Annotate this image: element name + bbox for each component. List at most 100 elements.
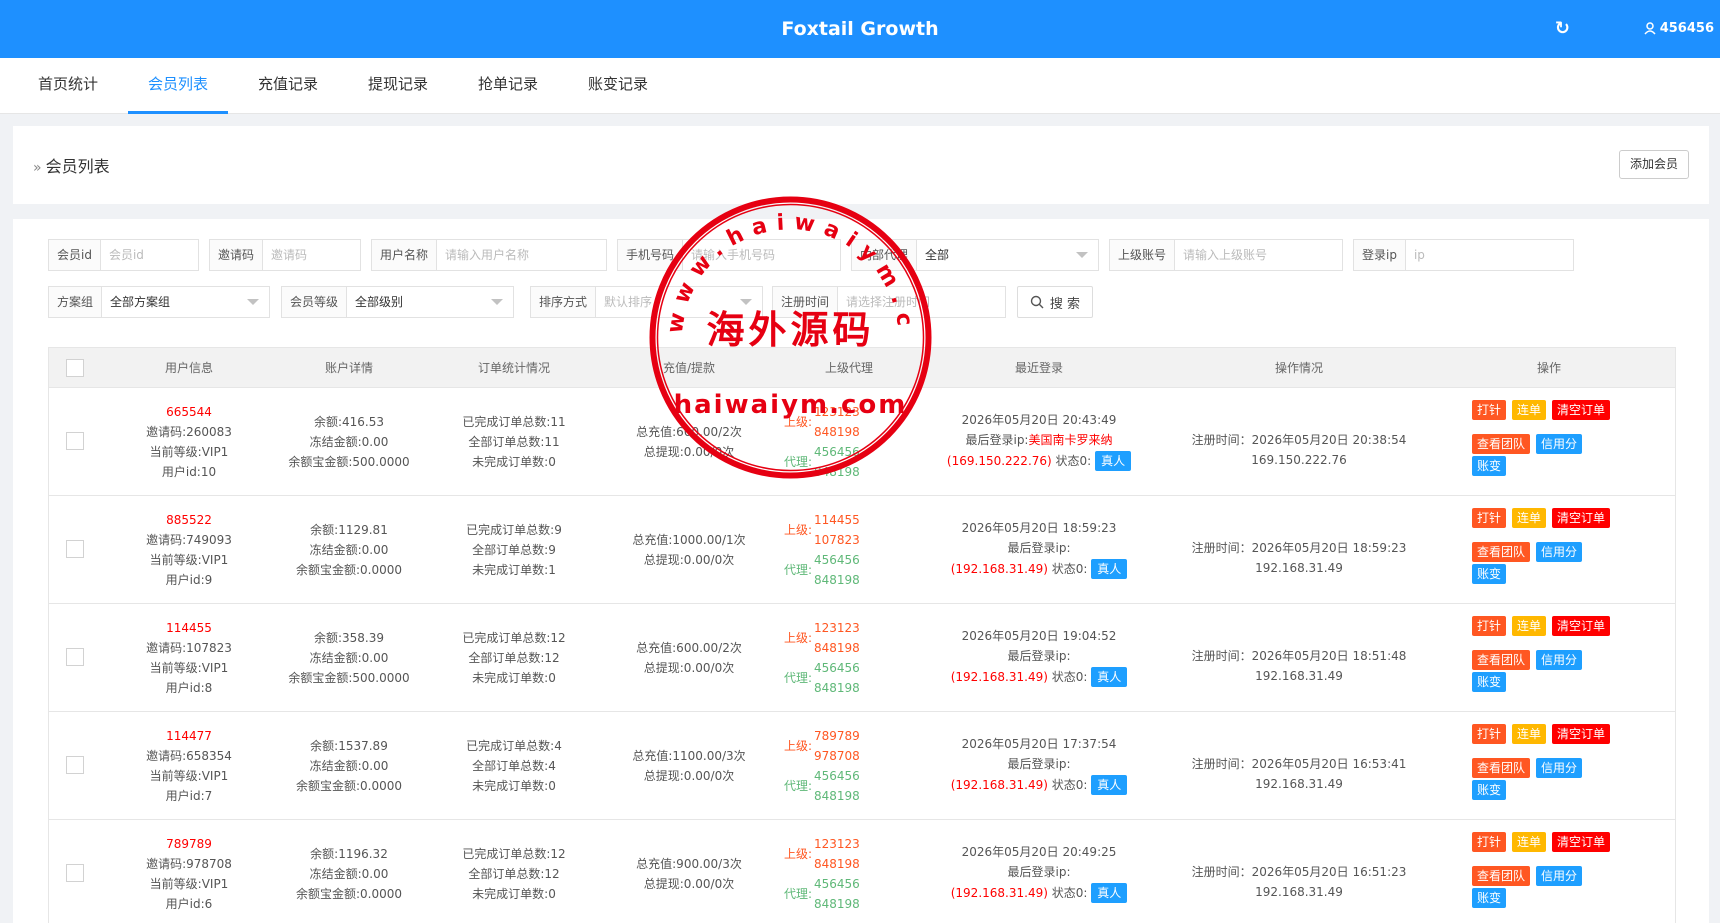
inject-button[interactable]: 打针 bbox=[1472, 832, 1507, 852]
real-user-badge[interactable]: 真人 bbox=[1091, 775, 1128, 795]
search-button[interactable]: 搜 索 bbox=[1017, 286, 1093, 318]
clear-orders-button[interactable]: 清空订单 bbox=[1552, 400, 1611, 420]
user-menu[interactable]: 456456 bbox=[1644, 21, 1714, 36]
member-account-link[interactable]: 885522 bbox=[119, 510, 259, 530]
plan-group-select[interactable]: 全部方案组 bbox=[102, 287, 269, 317]
account-change-button[interactable]: 账变 bbox=[1472, 672, 1507, 692]
total-recharge-text: 总充值:1100.00/3次 bbox=[632, 749, 746, 763]
member-account-link[interactable]: 665544 bbox=[119, 402, 259, 422]
view-team-button[interactable]: 查看团队 bbox=[1472, 650, 1531, 670]
credit-score-button[interactable]: 信用分 bbox=[1536, 758, 1583, 778]
invite-code-input[interactable] bbox=[263, 240, 360, 270]
real-user-badge[interactable]: 真人 bbox=[1091, 883, 1128, 903]
member-account-link[interactable]: 789789 bbox=[119, 834, 259, 854]
chain-order-button[interactable]: 连单 bbox=[1512, 724, 1547, 744]
view-team-button[interactable]: 查看团队 bbox=[1472, 542, 1531, 562]
account-change-button[interactable]: 账变 bbox=[1472, 888, 1507, 908]
actions-cell: 打针 连单 清空订单 查看团队 信用分 账变 bbox=[1472, 400, 1672, 490]
row-checkbox[interactable] bbox=[66, 648, 84, 666]
register-ip-text: 192.168.31.49 bbox=[1255, 777, 1343, 791]
real-user-badge[interactable]: 真人 bbox=[1095, 451, 1132, 471]
uncompleted-orders-text: 未完成订单数:0 bbox=[472, 671, 556, 685]
page-header-card: » 会员列表 添加会员 bbox=[13, 126, 1709, 204]
yuebao-amount-text: 余额宝金额:0.0000 bbox=[295, 563, 403, 577]
actions-cell: 打针 连单 清空订单 查看团队 信用分 账变 bbox=[1472, 616, 1672, 706]
row-checkbox[interactable] bbox=[66, 864, 84, 882]
row-checkbox[interactable] bbox=[66, 432, 84, 450]
member-level-select[interactable]: 全部级别 bbox=[347, 287, 513, 317]
tab-recharge-records[interactable]: 充值记录 bbox=[242, 58, 334, 114]
add-member-button[interactable]: 添加会员 bbox=[1618, 150, 1689, 179]
yuebao-amount-text: 余额宝金额:0.0000 bbox=[295, 779, 403, 793]
real-user-badge[interactable]: 真人 bbox=[1091, 559, 1128, 579]
table-row: 114477 邀请码:658354 当前等级:VIP1 用户id:7 余额:15… bbox=[49, 712, 1675, 820]
account-change-button[interactable]: 账变 bbox=[1472, 780, 1507, 800]
chain-order-button[interactable]: 连单 bbox=[1512, 832, 1547, 852]
parent-id: 978708 bbox=[814, 749, 860, 763]
completed-orders-text: 已完成订单总数:4 bbox=[466, 739, 562, 753]
nav-tabs: 首页统计 会员列表 充值记录 提现记录 抢单记录 账变记录 bbox=[0, 58, 1720, 114]
invite-code-field: 邀请码 bbox=[209, 239, 361, 271]
tab-member-list[interactable]: 会员列表 bbox=[128, 58, 228, 114]
chain-order-button[interactable]: 连单 bbox=[1512, 400, 1547, 420]
member-account-link[interactable]: 114455 bbox=[119, 618, 259, 638]
parent-agent-cell: 上级: 114455 107823 代理: 456456 848198 bbox=[784, 510, 924, 590]
row-checkbox[interactable] bbox=[66, 756, 84, 774]
parent-account-input[interactable] bbox=[1175, 240, 1342, 270]
tab-home-stats[interactable]: 首页统计 bbox=[22, 58, 114, 114]
account-change-button[interactable]: 账变 bbox=[1472, 456, 1507, 476]
inject-button[interactable]: 打针 bbox=[1472, 616, 1507, 636]
real-user-badge[interactable]: 真人 bbox=[1091, 667, 1128, 687]
inject-button[interactable]: 打针 bbox=[1472, 400, 1507, 420]
view-team-button[interactable]: 查看团队 bbox=[1472, 758, 1531, 778]
register-time-text: 注册时间：2026年05月20日 18:59:23 bbox=[1191, 541, 1407, 555]
balance-text: 余额:358.39 bbox=[313, 631, 385, 645]
total-withdraw-text: 总提现:0.00/0次 bbox=[643, 553, 735, 567]
header-recharge-withdraw: 充值/提款 bbox=[662, 361, 716, 375]
inject-button[interactable]: 打针 bbox=[1472, 508, 1507, 528]
chain-order-button[interactable]: 连单 bbox=[1512, 616, 1547, 636]
credit-score-button[interactable]: 信用分 bbox=[1536, 866, 1583, 886]
parent-id: 114455 bbox=[814, 513, 860, 527]
phone-input[interactable] bbox=[683, 240, 840, 270]
tab-account-change-records[interactable]: 账变记录 bbox=[572, 58, 664, 114]
credit-score-button[interactable]: 信用分 bbox=[1536, 542, 1583, 562]
invite-code-text: 邀请码:260083 bbox=[146, 425, 232, 439]
status-label: 状态0: bbox=[1051, 670, 1088, 684]
member-account-link[interactable]: 114477 bbox=[119, 726, 259, 746]
username-input[interactable] bbox=[437, 240, 606, 270]
clear-orders-button[interactable]: 清空订单 bbox=[1552, 832, 1611, 852]
tab-grab-order-records[interactable]: 抢单记录 bbox=[462, 58, 554, 114]
credit-score-button[interactable]: 信用分 bbox=[1536, 434, 1583, 454]
internal-agent-select[interactable]: 全部 bbox=[917, 240, 1098, 270]
view-team-button[interactable]: 查看团队 bbox=[1472, 866, 1531, 886]
login-ip-input[interactable] bbox=[1405, 240, 1573, 270]
row-checkbox[interactable] bbox=[66, 540, 84, 558]
sort-select[interactable]: 默认排序 bbox=[596, 287, 762, 317]
last-login-ip-label: 最后登录ip: bbox=[965, 433, 1029, 447]
refresh-icon[interactable]: ↻ bbox=[1555, 18, 1570, 39]
phone-field: 手机号码 bbox=[617, 239, 841, 271]
last-login-ip: (192.168.31.49) bbox=[950, 778, 1048, 792]
clear-orders-button[interactable]: 清空订单 bbox=[1552, 724, 1611, 744]
inject-button[interactable]: 打针 bbox=[1472, 724, 1507, 744]
tab-withdraw-records[interactable]: 提现记录 bbox=[352, 58, 444, 114]
view-team-button[interactable]: 查看团队 bbox=[1472, 434, 1531, 454]
clear-orders-button[interactable]: 清空订单 bbox=[1552, 616, 1611, 636]
credit-score-button[interactable]: 信用分 bbox=[1536, 650, 1583, 670]
chain-order-button[interactable]: 连单 bbox=[1512, 508, 1547, 528]
account-change-button[interactable]: 账变 bbox=[1472, 564, 1507, 584]
register-time-input[interactable] bbox=[838, 287, 1005, 317]
total-recharge-text: 总充值:600.00/2次 bbox=[636, 425, 742, 439]
clear-orders-button[interactable]: 清空订单 bbox=[1552, 508, 1611, 528]
member-id-input[interactable] bbox=[100, 240, 198, 270]
account-details-cell: 余额:1537.89 冻结金额:0.00 余额宝金额:0.0000 bbox=[269, 736, 429, 796]
member-level-text: 当前等级:VIP1 bbox=[149, 661, 229, 675]
parent-id: 848198 bbox=[814, 641, 860, 655]
member-level-text: 当前等级:VIP1 bbox=[149, 877, 229, 891]
status-label: 状态0: bbox=[1051, 562, 1088, 576]
header-last-login: 最近登录 bbox=[1014, 361, 1063, 375]
last-login-ip: (192.168.31.49) bbox=[950, 886, 1048, 900]
select-all-checkbox[interactable] bbox=[66, 359, 84, 377]
agent-label: 代理: bbox=[784, 779, 813, 793]
